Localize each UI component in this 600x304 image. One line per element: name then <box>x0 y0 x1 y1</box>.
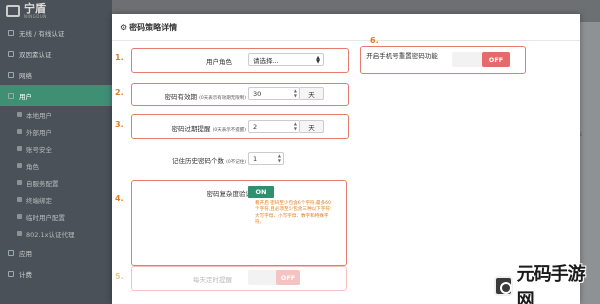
sidebar: 宁盾 NINGDUN 无线 / 有线认证 双因素认证网络用户本地用户外部用户账号安… <box>0 0 112 304</box>
brand-logo: 宁盾 NINGDUN <box>0 0 112 22</box>
validity-label: 密码有效期 (0天表示有效期无限制) <box>134 91 246 101</box>
sidebar-item[interactable]: 无线 / 有线认证 <box>0 22 112 43</box>
sidebar-item-label: 临时用户配置 <box>26 213 65 222</box>
spinner-icon[interactable]: ▲ ▼ <box>278 153 281 163</box>
modal-title: ⚙ 密码策略详情 <box>120 22 177 33</box>
validity-unit: 天 <box>300 87 324 100</box>
expiry-label-text: 密码过期提醒 <box>171 125 211 133</box>
sidebar-item[interactable]: 网络 <box>0 64 112 85</box>
step-4-label: 4. <box>115 194 124 203</box>
select-arrows-icon: ▲ ▼ <box>316 55 320 65</box>
nav-icon <box>17 197 22 202</box>
divider <box>112 40 580 41</box>
nav-icon <box>8 92 14 99</box>
validity-note: (0天表示有效期无限制) <box>199 96 246 101</box>
nav-icon <box>8 270 14 277</box>
password-policy-modal: ⚙ 密码策略详情 1. 用户角色 请选择... ▲ ▼ 2. 密码有效期 (0天表… <box>112 14 580 304</box>
user-role-select-value: 请选择... <box>253 56 279 65</box>
expiry-unit: 天 <box>300 120 324 133</box>
step-3-label: 3. <box>115 120 124 129</box>
step-6-label: 6. <box>370 36 379 45</box>
sidebar-item-label: 无线 / 有线认证 <box>19 29 65 38</box>
nav-icon <box>17 180 22 185</box>
brand-mark-icon <box>6 5 20 17</box>
sidebar-item-label: 计费 <box>19 270 32 279</box>
expiry-input[interactable]: 2 ▲ ▼ <box>248 120 300 133</box>
complexity-label: 密码复杂度验证 <box>206 190 253 198</box>
complexity-toggle[interactable]: ON <box>248 186 274 198</box>
sidebar-item-label: 双因素认证 <box>19 50 52 59</box>
nav-icon <box>17 214 22 219</box>
expiry-label: 密码过期提醒 (0天表示不提醒) <box>134 123 246 133</box>
sidebar-item-label: 终端绑定 <box>26 196 52 205</box>
watermark-text: 元码手游网 <box>516 264 586 304</box>
validity-input[interactable]: 30 ▲ ▼ <box>248 87 300 100</box>
daily-reminder-label: 每天定时提醒 <box>193 276 232 284</box>
sidebar-item-label: 用户 <box>19 92 32 101</box>
user-role-label: 用户角色 <box>206 58 232 66</box>
complexity-hint: 看开启 密码至少包含6个字符,最多60个字符,且必须至少包含三种以下字符:大写字… <box>255 201 332 226</box>
nav-icon <box>8 50 14 57</box>
sidebar-item-label: 802.1x认证代理 <box>26 230 75 239</box>
step-1-label: 1. <box>115 53 124 62</box>
sidebar-item[interactable]: 计费 <box>0 263 112 284</box>
nav-icon <box>8 249 14 256</box>
sidebar-subitem[interactable]: 自服务配置 <box>0 174 112 191</box>
sidebar-subitem[interactable]: 角色 <box>0 157 112 174</box>
expiry-value: 2 <box>253 122 258 131</box>
sidebar-item-label: 网络 <box>19 71 32 80</box>
sidebar-item-label: 自服务配置 <box>26 179 59 188</box>
user-role-select[interactable]: 请选择... ▲ ▼ <box>248 53 324 66</box>
sidebar-item[interactable]: 用户 <box>0 85 112 106</box>
nav-icon <box>8 71 14 78</box>
validity-value: 30 <box>253 89 262 98</box>
sidebar-item[interactable]: 应用 <box>0 242 112 263</box>
sidebar-item-label: 外部用户 <box>26 128 52 137</box>
expiry-note: (0天表示不提醒) <box>212 128 246 133</box>
nav-icon <box>17 231 22 236</box>
history-value: 1 <box>253 154 258 163</box>
nav-icon <box>8 29 14 36</box>
sidebar-item[interactable]: 双因素认证 <box>0 43 112 64</box>
watermark: 元码手游网 <box>494 264 594 304</box>
step-2-label: 2. <box>115 88 124 97</box>
modal-title-text: 密码策略详情 <box>129 23 178 32</box>
nav-icon <box>17 163 22 168</box>
validity-label-text: 密码有效期 <box>164 93 198 101</box>
brand-subtitle: NINGDUN <box>24 14 47 19</box>
sidebar-subitem[interactable]: 临时用户配置 <box>0 208 112 225</box>
nav-icon <box>17 112 22 117</box>
sidebar-item-label: 本地用户 <box>26 111 52 120</box>
history-label: 记住历史密码个数 (0不记住) <box>134 155 246 165</box>
history-note: (0不记住) <box>226 160 246 165</box>
reset-mobile-label: 开启手机号重置密码功能 <box>366 52 438 60</box>
sidebar-item-label: 账号安全 <box>26 145 52 154</box>
history-input[interactable]: 1 ▲ ▼ <box>248 152 284 165</box>
sidebar-subitem[interactable]: 终端绑定 <box>0 191 112 208</box>
spinner-icon[interactable]: ▲ ▼ <box>294 88 297 98</box>
sidebar-subitem[interactable]: 802.1x认证代理 <box>0 225 112 242</box>
spinner-icon[interactable]: ▲ ▼ <box>294 121 297 131</box>
watermark-logo-icon <box>494 276 513 296</box>
sidebar-item-label: 角色 <box>26 162 39 171</box>
gear-icon: ⚙ <box>120 23 128 32</box>
sidebar-subitem[interactable]: 本地用户 <box>0 106 112 123</box>
sidebar-item-label: 应用 <box>19 249 32 258</box>
reset-mobile-toggle[interactable]: OFF <box>482 52 510 67</box>
nav-icon <box>17 146 22 151</box>
daily-reminder-toggle[interactable]: OFF <box>276 270 300 285</box>
history-label-text: 记住历史密码个数 <box>172 157 225 165</box>
step-5-label: 5. <box>115 272 124 281</box>
sidebar-subitem[interactable]: 账号安全 <box>0 140 112 157</box>
sidebar-subitem[interactable]: 外部用户 <box>0 123 112 140</box>
nav-icon <box>17 129 22 134</box>
